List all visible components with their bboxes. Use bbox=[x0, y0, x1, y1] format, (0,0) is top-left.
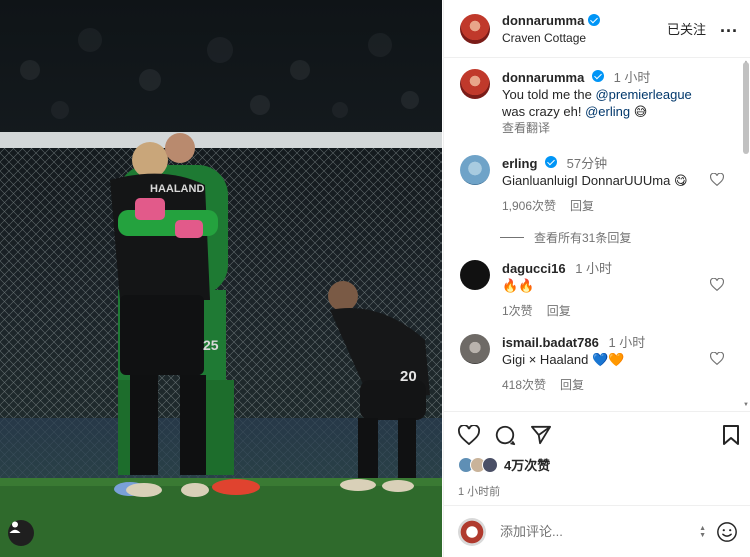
action-row bbox=[458, 422, 740, 448]
caption-body: donnarumma 1 小时 You told me the @premier… bbox=[502, 69, 738, 137]
heart-icon[interactable] bbox=[710, 278, 724, 291]
avatar[interactable] bbox=[460, 260, 490, 290]
post-header: donnarumma Craven Cottage 已关注 ... bbox=[444, 0, 750, 58]
comment-heading: erling 57分钟 bbox=[502, 155, 738, 172]
heart-icon[interactable] bbox=[710, 352, 724, 365]
comment-heading: ismail.badat786 1 小时 bbox=[502, 334, 738, 351]
user-icon bbox=[9, 521, 21, 533]
jersey-number-right: 20 bbox=[400, 368, 417, 385]
avatar[interactable] bbox=[458, 517, 486, 546]
jersey-name: HAALAND bbox=[150, 183, 204, 195]
post-location[interactable]: Craven Cottage bbox=[502, 31, 667, 45]
post-photo[interactable]: HAALAND 25 20 bbox=[0, 0, 442, 557]
caption-text: You told me the @premierleague was crazy… bbox=[502, 86, 738, 120]
caption-text-prefix: You told me the bbox=[502, 87, 596, 102]
comment-meta: 1次赞 回复 bbox=[502, 303, 738, 320]
comment-body: ismail.badat786 1 小时 Gigi × Haaland 💙🧡 4… bbox=[502, 334, 738, 394]
comment-body: erling 57分钟 GianluanluigI DonnarUUUma 😋 … bbox=[502, 155, 738, 215]
comment-username[interactable]: dagucci16 bbox=[502, 261, 566, 276]
verified-icon bbox=[588, 14, 601, 26]
liker-avatars[interactable] bbox=[458, 456, 498, 473]
verified-icon bbox=[545, 156, 558, 168]
jersey-number-left: 25 bbox=[203, 337, 219, 353]
see-translation-link[interactable]: 查看翻译 bbox=[502, 120, 738, 137]
comment-body: dagucci16 1 小时 🔥🔥 1次赞 回复 bbox=[502, 260, 738, 320]
comment-likes[interactable]: 418次赞 bbox=[502, 377, 546, 394]
mention-erling[interactable]: @erling bbox=[585, 104, 630, 119]
caption-heading: donnarumma 1 小时 bbox=[502, 69, 738, 86]
comment-icon[interactable] bbox=[494, 424, 516, 446]
comment-username[interactable]: erling bbox=[502, 156, 537, 171]
avatar[interactable] bbox=[460, 13, 490, 44]
verified-icon bbox=[591, 70, 604, 82]
author-username[interactable]: donnarumma bbox=[502, 13, 584, 28]
likes-count[interactable]: 4万次赞 bbox=[504, 455, 550, 474]
caption-text-mid: was crazy eh! bbox=[502, 104, 586, 119]
header-names: donnarumma Craven Cottage bbox=[502, 13, 667, 45]
likes-row: 4万次赞 bbox=[458, 455, 738, 474]
post-actions: 4万次赞 1 小时前 bbox=[444, 411, 750, 499]
comment-username[interactable]: ismail.badat786 bbox=[502, 335, 599, 350]
following-button[interactable]: 已关注 bbox=[667, 19, 706, 38]
post-side-panel: donnarumma Craven Cottage 已关注 ... donnar… bbox=[443, 0, 750, 557]
reply-button[interactable]: 回复 bbox=[570, 198, 594, 215]
comment-input[interactable] bbox=[500, 524, 700, 539]
mention-premierleague[interactable]: @premierleague bbox=[595, 87, 691, 102]
bookmark-icon[interactable] bbox=[722, 424, 740, 446]
comment-time[interactable]: 57分钟 bbox=[567, 156, 607, 171]
comment-text: 🔥🔥 bbox=[502, 278, 535, 293]
comment-item: ismail.badat786 1 小时 Gigi × Haaland 💙🧡 4… bbox=[460, 334, 738, 394]
comment-meta: 418次赞 回复 bbox=[502, 377, 738, 394]
caption-time[interactable]: 1 小时 bbox=[614, 70, 651, 85]
heart-icon[interactable] bbox=[710, 173, 724, 186]
avatar[interactable] bbox=[460, 69, 490, 99]
comment-item: erling 57分钟 GianluanluigI DonnarUUUma 😋 … bbox=[460, 155, 738, 215]
reply-button[interactable]: 回复 bbox=[547, 303, 571, 320]
more-options-button[interactable]: ... bbox=[720, 17, 738, 35]
caption: donnarumma 1 小时 You told me the @premier… bbox=[460, 69, 738, 137]
emoji-icon[interactable] bbox=[716, 521, 738, 543]
comment-time[interactable]: 1 小时 bbox=[575, 261, 612, 276]
resize-arrows-icon[interactable]: ▲ ▼ bbox=[699, 525, 706, 539]
comment-likes[interactable]: 1,906次赞 bbox=[502, 198, 556, 215]
avatar[interactable] bbox=[460, 334, 490, 364]
caption-username[interactable]: donnarumma bbox=[502, 70, 584, 85]
comment-text: Gigi × Haaland 💙🧡 bbox=[502, 352, 625, 367]
share-icon[interactable] bbox=[530, 425, 552, 445]
avatar bbox=[482, 456, 498, 473]
view-all-replies[interactable]: 查看所有31条回复 bbox=[500, 229, 738, 246]
caption-emoji: 😅 bbox=[633, 104, 648, 119]
comment-likes[interactable]: 1次赞 bbox=[502, 303, 533, 320]
comments-scrollbar[interactable] bbox=[743, 62, 749, 154]
avatar[interactable] bbox=[460, 155, 490, 185]
tagged-users-button[interactable] bbox=[8, 520, 34, 546]
like-heart-icon[interactable] bbox=[458, 425, 480, 445]
add-comment-bar: ▲▼ bbox=[444, 505, 750, 557]
comments-list[interactable]: donnarumma 1 小时 You told me the @premier… bbox=[444, 59, 750, 411]
comment-time[interactable]: 1 小时 bbox=[608, 335, 645, 350]
reply-button[interactable]: 回复 bbox=[560, 377, 584, 394]
header-username-row: donnarumma bbox=[502, 13, 667, 28]
comment-heading: dagucci16 1 小时 bbox=[502, 260, 738, 277]
comment-meta: 1,906次赞 回复 bbox=[502, 198, 738, 215]
photo-illustration: HAALAND 25 20 bbox=[0, 28, 442, 557]
scroll-down-arrow-icon[interactable]: ▼ bbox=[743, 402, 749, 408]
comment-text: GianluanluigI DonnarUUUma 😋 bbox=[502, 173, 688, 188]
post-timestamp[interactable]: 1 小时前 bbox=[458, 483, 738, 499]
comment-item: dagucci16 1 小时 🔥🔥 1次赞 回复 bbox=[460, 260, 738, 320]
